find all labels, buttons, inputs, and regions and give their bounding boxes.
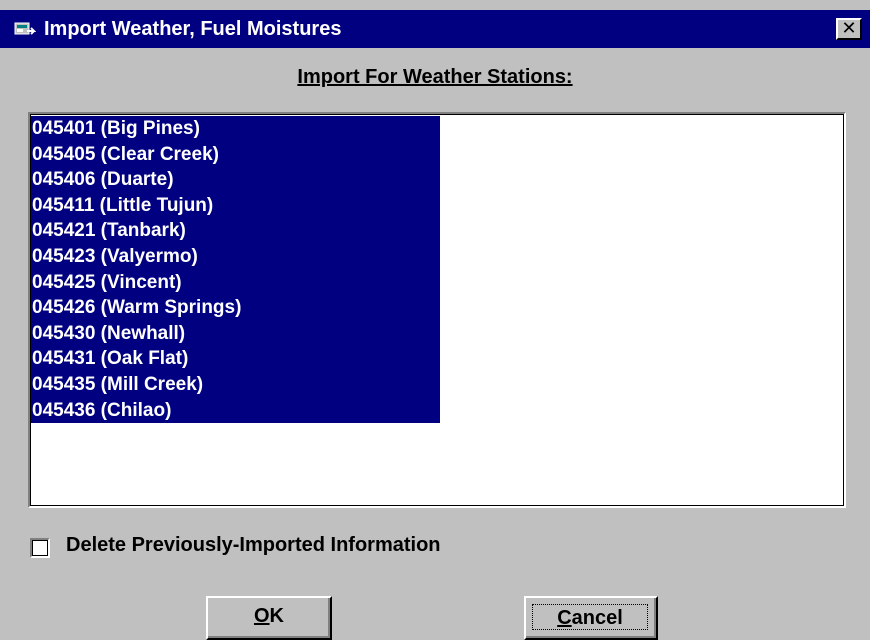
cancel-button[interactable]: Cancel (524, 596, 658, 640)
station-list-item[interactable]: 045406 (Duarte) (31, 167, 440, 193)
station-list: 045401 (Big Pines) 045405 (Clear Creek) 04… (31, 116, 440, 424)
station-list-item[interactable]: 045436 (Chilao) (31, 397, 440, 424)
close-button[interactable]: ✕ (836, 18, 862, 40)
station-list-item[interactable]: 045405 (Clear Creek) (31, 141, 440, 168)
import-weather-dialog: Import Weather, Fuel Moistures ✕ Import … (0, 0, 870, 640)
ok-label-rest: K (269, 605, 284, 627)
cancel-label-rest: ancel (571, 607, 623, 629)
delete-previously-imported-label[interactable]: Delete Previously-Imported Information (66, 534, 441, 557)
station-list-item[interactable]: 045423 (Valyermo) (31, 243, 440, 270)
station-list-item[interactable]: 045435 (Mill Creek) (31, 371, 440, 398)
app-import-icon (14, 22, 36, 35)
station-list-item[interactable]: 045425 (Vincent) (31, 269, 440, 296)
cancel-accelerator: C (557, 607, 572, 629)
window-title: Import Weather, Fuel Moistures (44, 18, 342, 40)
ok-accelerator: O (253, 605, 270, 627)
weather-stations-listbox[interactable]: 045401 (Big Pines) 045405 (Clear Creek) 04… (28, 112, 846, 508)
title-bar[interactable]: Import Weather, Fuel Moistures ✕ (0, 10, 870, 48)
station-list-item[interactable]: 045430 (Newhall) (31, 320, 440, 347)
station-list-item[interactable]: 045411 (Little Tujun) (31, 192, 440, 219)
delete-previously-imported-checkbox[interactable] (30, 538, 50, 558)
focus-rectangle: Cancel (532, 604, 648, 630)
station-list-item[interactable]: 045421 (Tanbark) (31, 218, 440, 244)
close-icon: ✕ (841, 18, 857, 39)
ok-button[interactable]: OK (206, 596, 332, 640)
station-list-item[interactable]: 045431 (Oak Flat) (31, 346, 440, 372)
station-list-item[interactable]: 045426 (Warm Springs) (31, 295, 440, 321)
stations-heading: Import For Weather Stations: (297, 66, 573, 88)
station-list-item[interactable]: 045401 (Big Pines) (31, 116, 440, 142)
